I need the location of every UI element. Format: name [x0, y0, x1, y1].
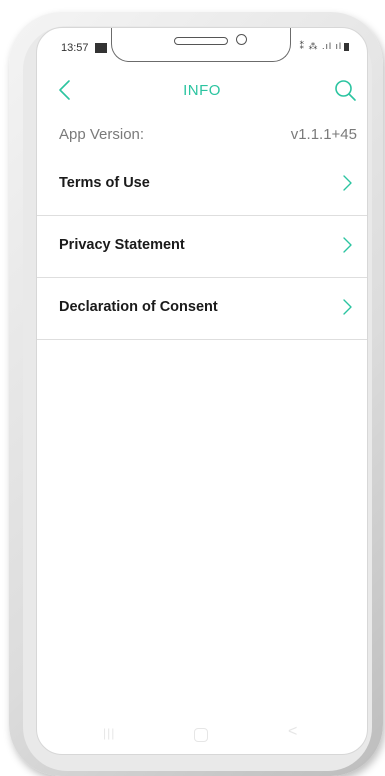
terms-of-use-item[interactable]: Terms of Use — [37, 154, 367, 216]
system-nav-bar: ||| < — [37, 716, 367, 754]
header: INFO — [37, 72, 367, 108]
image-notification-icon — [95, 43, 107, 53]
menu-item-label: Terms of Use — [59, 175, 150, 191]
battery-icon — [344, 42, 349, 51]
recent-apps-button[interactable]: ||| — [103, 726, 115, 740]
camera-icon — [236, 34, 247, 45]
status-time: 13:57 — [61, 42, 89, 54]
app-screen: 13:57 ⁑ ⁂ .ıl ıl INFO App Version: v1.1.… — [36, 27, 368, 755]
status-icons: ⁑ ⁂ .ıl ıl — [299, 41, 349, 52]
chevron-right-icon — [343, 237, 352, 253]
app-version-value: v1.1.1+45 — [290, 126, 357, 143]
menu-item-label: Declaration of Consent — [59, 299, 218, 315]
menu-item-label: Privacy Statement — [59, 237, 185, 253]
search-button[interactable] — [333, 78, 357, 102]
system-back-button[interactable]: < — [288, 723, 297, 741]
speaker-icon — [174, 37, 228, 45]
page-title: INFO — [183, 82, 221, 99]
chevron-right-icon — [343, 175, 352, 191]
chevron-right-icon — [343, 299, 352, 315]
app-version-row: App Version: v1.1.1+45 — [37, 126, 367, 150]
home-button[interactable] — [194, 728, 208, 742]
signal-icons: ⁑ ⁂ .ıl ıl — [299, 41, 342, 51]
search-icon — [335, 80, 356, 101]
app-version-label: App Version: — [59, 126, 145, 143]
notch — [111, 28, 291, 62]
privacy-statement-item[interactable]: Privacy Statement — [37, 216, 367, 278]
declaration-of-consent-item[interactable]: Declaration of Consent — [37, 278, 367, 340]
